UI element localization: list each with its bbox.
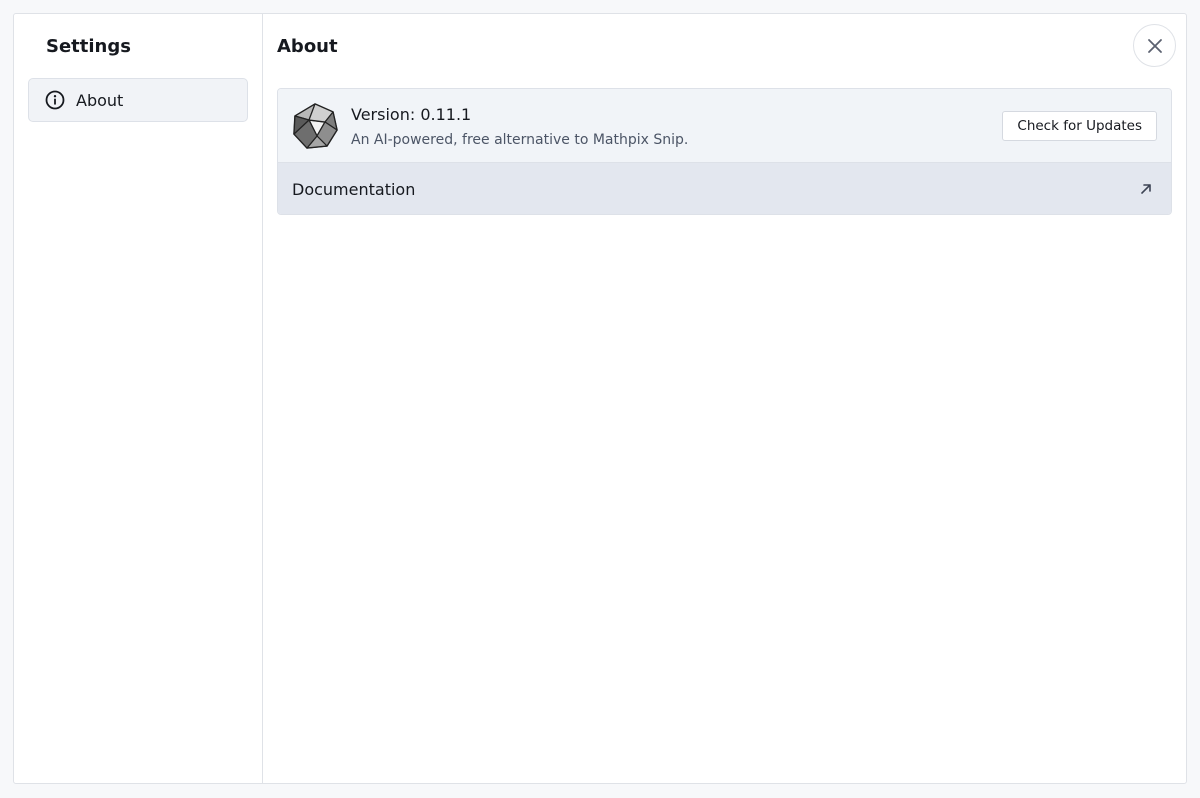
documentation-label: Documentation (292, 179, 416, 199)
main-panel: About Version: 0.11.1 An AI-powered, fre… (263, 14, 1186, 783)
about-card: Version: 0.11.1 An AI-powered, free alte… (277, 88, 1172, 215)
app-tagline: An AI-powered, free alternative to Mathp… (351, 132, 689, 148)
page-title: About (277, 36, 338, 57)
settings-sidebar: Settings About (14, 14, 263, 783)
app-version: Version: 0.11.1 (351, 105, 472, 124)
info-icon (45, 90, 65, 110)
sidebar-item-about[interactable]: About (28, 78, 248, 122)
sidebar-item-label: About (76, 90, 124, 110)
close-icon (1147, 38, 1163, 54)
polyhedron-logo-icon (291, 102, 339, 150)
check-for-updates-button[interactable]: Check for Updates (1002, 111, 1157, 141)
sidebar-title: Settings (46, 36, 131, 57)
external-link-icon (1139, 182, 1153, 196)
close-button[interactable] (1133, 24, 1176, 67)
app-info: Version: 0.11.1 An AI-powered, free alte… (278, 89, 1171, 163)
settings-dialog: Settings About About Version: 0.11.1 An … (13, 13, 1187, 784)
documentation-link[interactable]: Documentation (278, 163, 1171, 214)
